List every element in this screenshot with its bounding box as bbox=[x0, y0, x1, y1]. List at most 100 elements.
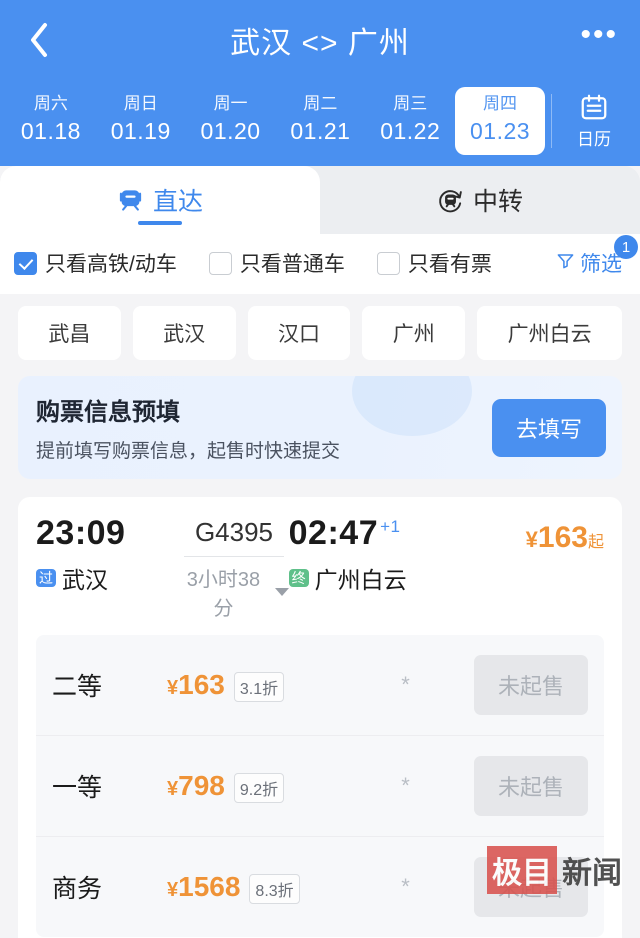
nav-bar: 武汉 <> 广州 ••• bbox=[0, 0, 640, 80]
promo-fill-button[interactable]: 去填写 bbox=[491, 398, 606, 457]
arrival-station: 广州白云 bbox=[314, 567, 407, 594]
seat-class-name: 二等 bbox=[52, 673, 103, 701]
date-number: 01.18 bbox=[20, 117, 81, 144]
seat-availability: * bbox=[401, 773, 410, 798]
station-chip-guangzhou[interactable]: 广州 bbox=[362, 306, 466, 360]
date-item-0[interactable]: 周六 01.18 bbox=[6, 87, 96, 155]
arrival-time: 02:47 +1 bbox=[288, 514, 471, 552]
filter-row: 只看高铁/动车 只看普通车 只看有票 筛选 1 bbox=[0, 234, 640, 294]
duration-label: 3小时38分 bbox=[186, 569, 261, 620]
checkbox-normal-train[interactable]: 只看普通车 bbox=[208, 248, 345, 278]
date-number: 01.20 bbox=[200, 117, 261, 144]
seat-price: ¥163 bbox=[167, 669, 225, 701]
checkbox-box[interactable] bbox=[376, 251, 400, 275]
content-sheet: 直达 中转 只看高铁/动车 只看普通车 只看有票 筛选 1 武昌 武汉 汉口 广… bbox=[0, 166, 640, 938]
date-dow: 周一 bbox=[213, 94, 248, 113]
departure-station-line: 过 武汉 bbox=[36, 561, 179, 595]
book-button-disabled[interactable]: 未起售 bbox=[474, 756, 588, 816]
departure-time: 23:09 bbox=[36, 514, 126, 552]
app-header: 武汉 <> 广州 ••• 周六 01.18 周日 01.19 周一 01.20 … bbox=[0, 0, 640, 166]
watermark: 极目 新闻 bbox=[487, 846, 622, 894]
seat-price-value: 163 bbox=[178, 668, 225, 700]
arrival-station-line: 终 广州白云 bbox=[288, 561, 471, 595]
promo-text: 购票信息预填 提前填写购票信息，起售时快速提交 bbox=[36, 392, 492, 463]
date-dow: 周日 bbox=[123, 94, 158, 113]
watermark-red-text: 极目 bbox=[487, 846, 557, 894]
checkbox-label: 只看有票 bbox=[407, 253, 492, 276]
date-number: 01.21 bbox=[290, 117, 351, 144]
transfer-circle-icon bbox=[437, 187, 464, 214]
discount-badge: 8.3折 bbox=[249, 873, 300, 904]
checkbox-high-speed[interactable]: 只看高铁/动车 bbox=[14, 248, 177, 278]
seat-price-group: ¥798 9.2折 bbox=[167, 770, 397, 803]
prefill-promo-banner[interactable]: 购票信息预填 提前填写购票信息，起售时快速提交 去填写 bbox=[18, 376, 622, 479]
departure-station: 武汉 bbox=[62, 567, 108, 594]
book-button-disabled[interactable]: 未起售 bbox=[474, 655, 588, 715]
filter-button[interactable]: 筛选 1 bbox=[556, 235, 638, 278]
currency-symbol: ¥ bbox=[167, 878, 179, 901]
station-chip-wuhan[interactable]: 武汉 bbox=[132, 306, 236, 360]
currency-symbol: ¥ bbox=[167, 777, 179, 800]
watermark-dark-text: 新闻 bbox=[562, 856, 622, 891]
date-list: 周六 01.18 周日 01.19 周一 01.20 周二 01.21 周三 0… bbox=[6, 87, 545, 155]
train-front-icon bbox=[117, 187, 144, 214]
tab-transfer-label: 中转 bbox=[472, 188, 523, 216]
checkbox-has-ticket[interactable]: 只看有票 bbox=[376, 248, 492, 278]
train-middle-column: G4395 3小时38分 bbox=[179, 515, 289, 621]
seat-price-value: 1568 bbox=[178, 870, 241, 902]
currency-symbol: ¥ bbox=[167, 676, 179, 699]
seat-price: ¥798 bbox=[167, 770, 225, 802]
date-dow: 周二 bbox=[303, 94, 338, 113]
currency-symbol: ¥ bbox=[525, 527, 538, 552]
calendar-icon bbox=[556, 92, 632, 122]
date-number: 01.23 bbox=[470, 117, 531, 144]
more-options-button[interactable]: ••• bbox=[580, 20, 618, 52]
date-dow: 周三 bbox=[393, 94, 428, 113]
checkbox-box[interactable] bbox=[208, 251, 232, 275]
calendar-label: 日历 bbox=[577, 130, 611, 149]
discount-badge: 3.1折 bbox=[233, 671, 285, 702]
calendar-button[interactable]: 日历 bbox=[556, 92, 632, 150]
date-strip: 周六 01.18 周日 01.19 周一 01.20 周二 01.21 周三 0… bbox=[0, 80, 640, 162]
tab-transfer[interactable]: 中转 bbox=[320, 166, 640, 234]
pass-through-badge: 过 bbox=[36, 569, 56, 588]
arrival-time-value: 02:47 bbox=[288, 514, 379, 552]
table-row[interactable]: 二等 ¥163 3.1折 * 未起售 bbox=[36, 635, 604, 736]
back-button[interactable] bbox=[22, 23, 56, 57]
date-item-4[interactable]: 周三 01.22 bbox=[365, 87, 455, 155]
seat-price-group: ¥1568 8.3折 bbox=[167, 871, 397, 904]
terminus-badge: 终 bbox=[288, 569, 309, 588]
date-item-3[interactable]: 周二 01.21 bbox=[275, 87, 365, 155]
price-column: ¥163起 bbox=[470, 515, 604, 555]
departure-column: 23:09 过 武汉 bbox=[36, 514, 179, 595]
arrival-column: 02:47 +1 终 广州白云 bbox=[288, 514, 471, 595]
seat-availability: * bbox=[401, 672, 410, 697]
date-dow: 周四 bbox=[483, 94, 518, 113]
train-summary-row: 23:09 过 武汉 G4395 3小时38分 02:47 +1 终 广州白云 … bbox=[18, 497, 622, 631]
train-number: G4395 bbox=[194, 517, 274, 547]
seat-availability: * bbox=[401, 874, 410, 899]
tab-direct-label: 直达 bbox=[152, 188, 203, 216]
checkbox-label: 只看普通车 bbox=[239, 253, 345, 276]
date-item-5-selected[interactable]: 周四 01.23 bbox=[455, 87, 545, 155]
station-chip-hankou[interactable]: 汉口 bbox=[247, 306, 351, 360]
station-chip-wuchang[interactable]: 武昌 bbox=[18, 306, 121, 360]
day-offset-badge: +1 bbox=[380, 516, 401, 536]
duration-dropdown[interactable]: 3小时38分 bbox=[179, 563, 289, 621]
station-chip-list: 武昌 武汉 汉口 广州 广州白云 bbox=[0, 294, 640, 374]
checkbox-label: 只看高铁/动车 bbox=[45, 253, 177, 276]
date-dow: 周六 bbox=[33, 94, 68, 113]
tab-direct[interactable]: 直达 bbox=[0, 166, 320, 234]
seat-price-value: 798 bbox=[178, 769, 225, 801]
station-chip-guangzhoubaiyun[interactable]: 广州白云 bbox=[477, 306, 622, 360]
date-number: 01.19 bbox=[110, 117, 171, 144]
date-item-2[interactable]: 周一 01.20 bbox=[186, 87, 276, 155]
table-row[interactable]: 一等 ¥798 9.2折 * 未起售 bbox=[36, 736, 604, 837]
chevron-down-icon bbox=[274, 588, 289, 596]
date-item-1[interactable]: 周日 01.19 bbox=[96, 87, 186, 155]
route-line bbox=[183, 556, 284, 557]
price-from-suffix: 起 bbox=[587, 534, 604, 551]
checkbox-box-checked[interactable] bbox=[14, 251, 37, 275]
divider bbox=[551, 94, 552, 148]
filter-badge-count: 1 bbox=[614, 235, 638, 259]
